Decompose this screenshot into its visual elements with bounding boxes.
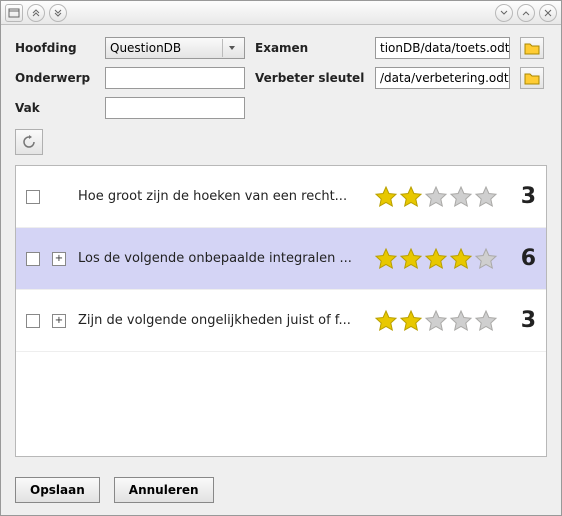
chevron-down-icon — [222, 39, 240, 57]
examen-browse-button[interactable] — [520, 37, 544, 59]
rating-stars — [374, 247, 498, 271]
verbeter-field[interactable]: /data/verbetering.odt — [375, 67, 510, 89]
verbeter-browse-button[interactable] — [520, 67, 544, 89]
star-icon — [374, 247, 398, 271]
star-icon — [474, 247, 498, 271]
onderwerp-field[interactable] — [105, 67, 245, 89]
refresh-button[interactable] — [15, 129, 43, 155]
vak-label: Vak — [15, 101, 95, 115]
row-checkbox[interactable] — [26, 314, 40, 328]
hoofding-value: QuestionDB — [110, 41, 222, 55]
star-icon — [424, 309, 448, 333]
question-row[interactable]: + Zijn de volgende ongelijkheden juist of… — [16, 290, 546, 352]
star-icon — [424, 247, 448, 271]
row-checkbox[interactable] — [26, 190, 40, 204]
question-count: 3 — [512, 184, 536, 209]
star-icon — [374, 309, 398, 333]
question-text: Zijn de volgende ongelijkheden juist of … — [78, 313, 360, 328]
close-icon[interactable] — [539, 4, 557, 22]
star-icon — [399, 247, 423, 271]
star-icon — [449, 247, 473, 271]
verbeter-label: Verbeter sleutel — [255, 71, 365, 85]
maximize-icon[interactable] — [517, 4, 535, 22]
minimize-icon[interactable] — [495, 4, 513, 22]
cancel-button[interactable]: Annuleren — [114, 477, 214, 503]
star-icon — [449, 309, 473, 333]
star-icon — [399, 309, 423, 333]
examen-field[interactable]: tionDB/data/toets.odt — [375, 37, 510, 59]
star-icon — [399, 185, 423, 209]
star-icon — [424, 185, 448, 209]
question-count: 3 — [512, 308, 536, 333]
hoofding-dropdown[interactable]: QuestionDB — [105, 37, 245, 59]
titlebar — [1, 1, 561, 25]
question-list: Hoe groot zijn de hoeken van een recht..… — [15, 165, 547, 457]
rating-stars — [374, 309, 498, 333]
onderwerp-label: Onderwerp — [15, 71, 95, 85]
save-button[interactable]: Opslaan — [15, 477, 100, 503]
star-icon — [374, 185, 398, 209]
app-window: Hoofding QuestionDB Examen tionDB/data/t… — [0, 0, 562, 516]
examen-value: tionDB/data/toets.odt — [380, 41, 509, 55]
examen-label: Examen — [255, 41, 365, 55]
rating-stars — [374, 185, 498, 209]
rollup-down-icon[interactable] — [49, 4, 67, 22]
expand-icon[interactable]: + — [52, 252, 66, 266]
question-text: Hoe groot zijn de hoeken van een recht..… — [78, 189, 360, 204]
form-grid: Hoofding QuestionDB Examen tionDB/data/t… — [15, 37, 547, 119]
star-icon — [474, 309, 498, 333]
row-checkbox[interactable] — [26, 252, 40, 266]
question-count: 6 — [512, 246, 536, 271]
rollup-up-icon[interactable] — [27, 4, 45, 22]
question-text: Los de volgende onbepaalde integralen ..… — [78, 251, 360, 266]
app-menu-icon[interactable] — [5, 4, 23, 22]
question-row[interactable]: + Los de volgende onbepaalde integralen .… — [16, 228, 546, 290]
refresh-icon — [21, 134, 37, 150]
question-row[interactable]: Hoe groot zijn de hoeken van een recht..… — [16, 166, 546, 228]
star-icon — [449, 185, 473, 209]
vak-field[interactable] — [105, 97, 245, 119]
expand-icon[interactable]: + — [52, 314, 66, 328]
star-icon — [474, 185, 498, 209]
hoofding-label: Hoofding — [15, 41, 95, 55]
verbeter-value: /data/verbetering.odt — [380, 71, 509, 85]
footer: Opslaan Annuleren — [1, 467, 561, 515]
